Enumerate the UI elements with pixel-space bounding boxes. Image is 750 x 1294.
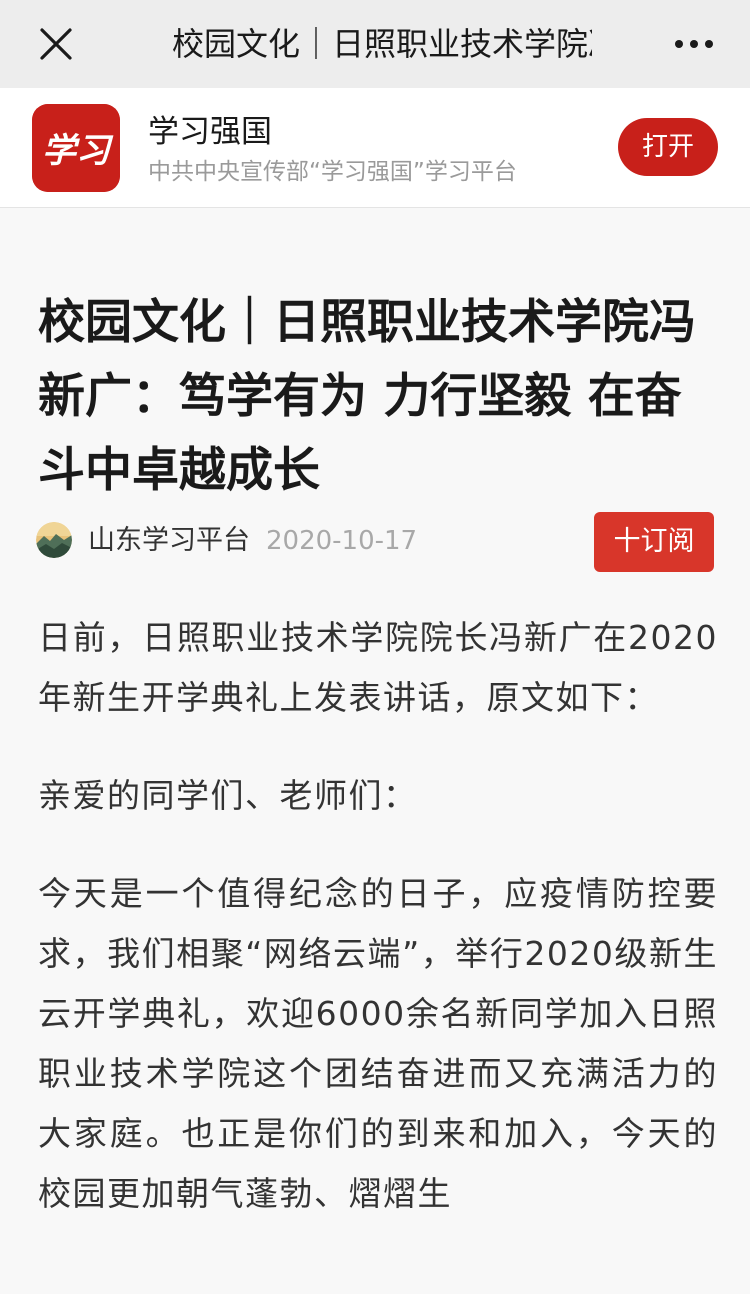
page-title: 校园文化｜日照职业技术学院冯新广：笃学有为 力行坚毅 在奋斗中卓越成长 (172, 25, 592, 63)
close-icon[interactable] (36, 24, 76, 64)
navigation-bar: 校园文化｜日照职业技术学院冯新广：笃学有为 力行坚毅 在奋斗中卓越成长 (0, 0, 750, 88)
svg-text:学习: 学习 (42, 131, 114, 171)
source-name[interactable]: 山东学习平台 (88, 522, 250, 560)
app-description: 中共中央宣传部“学习强国”学习平台 (148, 159, 517, 185)
source-avatar[interactable] (36, 522, 72, 558)
paragraph: 日前，日照职业技术学院院长冯新广在2020年新生开学典礼上发表讲话，原文如下： (38, 618, 718, 717)
subscribe-button[interactable]: 十订阅 (594, 512, 714, 572)
paragraph: 亲爱的同学们、老师们： (38, 776, 418, 815)
open-app-button[interactable]: 打开 (618, 118, 718, 176)
app-promo-banner: 学习 学习强国 中共中央宣传部“学习强国”学习平台 打开 (0, 88, 750, 208)
article-body: 日前，日照职业技术学院院长冯新广在2020年新生开学典礼上发表讲话，原文如下： … (38, 608, 718, 1262)
publish-date: 2020-10-17 (266, 526, 418, 556)
app-name: 学习强国 (148, 114, 272, 150)
xuexi-logo: 学习 (32, 104, 120, 192)
article-meta: 山东学习平台 2020-10-17 十订阅 (36, 512, 716, 572)
more-icon[interactable] (672, 24, 716, 64)
paragraph: 今天是一个值得纪念的日子，应疫情防控要求，我们相聚“网络云端”，举行2020级新… (38, 874, 718, 1213)
article-title: 校园文化｜日照职业技术学院冯新广：笃学有为 力行坚毅 在奋斗中卓越成长 (38, 295, 696, 498)
